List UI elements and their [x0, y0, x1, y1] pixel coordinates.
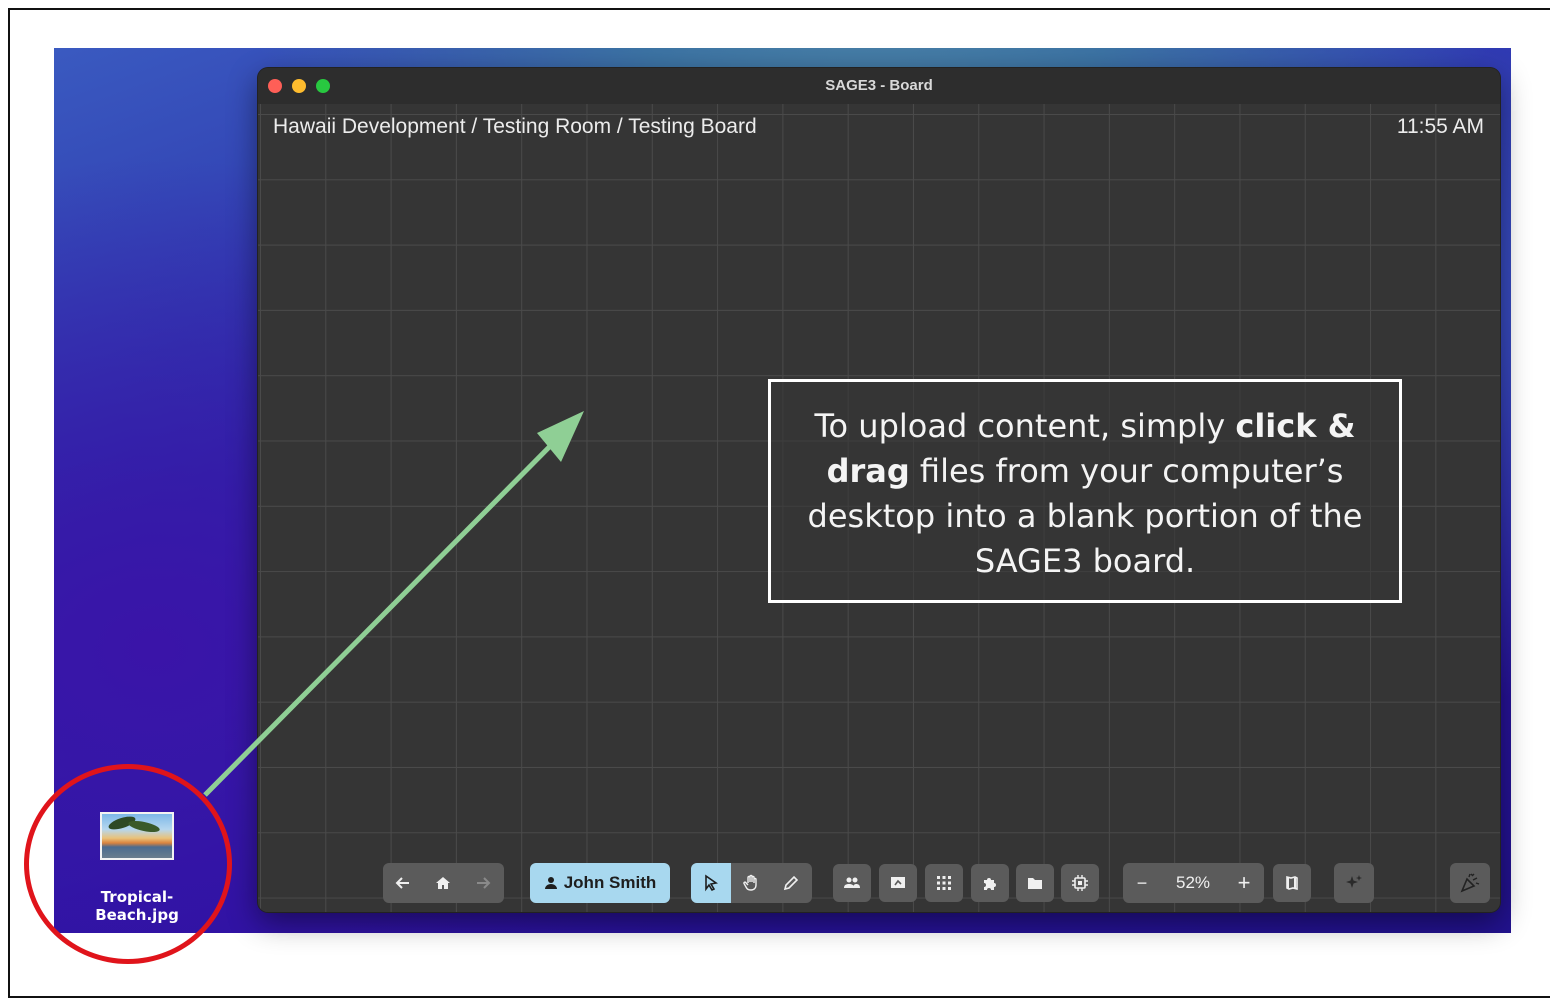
home-button[interactable]: [423, 863, 463, 903]
pen-tool-button[interactable]: [771, 863, 811, 903]
window-titlebar[interactable]: SAGE3 - Board: [258, 68, 1500, 105]
select-tool-button[interactable]: [691, 863, 731, 903]
hand-icon: [743, 874, 757, 891]
chip-icon: [1072, 875, 1088, 891]
zoom-group: − 52% +: [1123, 863, 1264, 903]
instruction-callout: To upload content, simply click & drag f…: [768, 379, 1402, 603]
screenshare-button[interactable]: [879, 864, 917, 902]
kernels-button[interactable]: [1061, 864, 1099, 902]
zoom-in-button[interactable]: +: [1225, 863, 1263, 903]
folder-icon: [1028, 878, 1042, 889]
callout-bold-2: drag: [826, 452, 910, 490]
party-button[interactable]: [1450, 863, 1490, 903]
grid-icon: [937, 876, 951, 890]
callout-text-1: To upload content, simply: [814, 407, 1236, 445]
applications-button[interactable]: [925, 864, 963, 902]
clock: 11:55 AM: [1396, 115, 1484, 138]
home-icon: [436, 877, 450, 889]
pencil-icon: [783, 875, 799, 891]
breadcrumb: Hawaii Development / Testing Room / Test…: [273, 115, 757, 138]
group-icon: [844, 877, 860, 888]
plugins-button[interactable]: [971, 864, 1009, 902]
users-panel-button[interactable]: [833, 864, 871, 902]
sparkles-icon: [1346, 875, 1362, 888]
screen-share-icon: [891, 877, 905, 888]
zoom-level: 52%: [1175, 873, 1211, 892]
map-button[interactable]: [1273, 864, 1311, 902]
arrow-left-icon: [395, 877, 409, 889]
back-button[interactable]: [383, 863, 423, 903]
tools-group: [691, 863, 812, 903]
map-icon: [1286, 875, 1298, 891]
person-icon: [544, 877, 557, 889]
party-popper-icon: [1460, 873, 1480, 893]
puzzle-icon: [984, 878, 996, 890]
pointer-icon: [705, 874, 718, 892]
user-name: John Smith: [563, 873, 657, 892]
window-title: SAGE3 - Board: [825, 77, 933, 94]
grab-tool-button[interactable]: [731, 863, 771, 903]
forward-button[interactable]: [463, 863, 503, 903]
annotation-circle: [24, 764, 232, 964]
zoom-out-button[interactable]: −: [1123, 863, 1161, 903]
assets-button[interactable]: [1016, 864, 1054, 902]
arrow-right-icon: [477, 877, 491, 889]
ai-assistant-button[interactable]: [1334, 863, 1374, 903]
user-button[interactable]: John Smith: [530, 863, 670, 903]
callout-bold-1: click &: [1235, 407, 1356, 445]
navigation-group: [383, 863, 504, 903]
